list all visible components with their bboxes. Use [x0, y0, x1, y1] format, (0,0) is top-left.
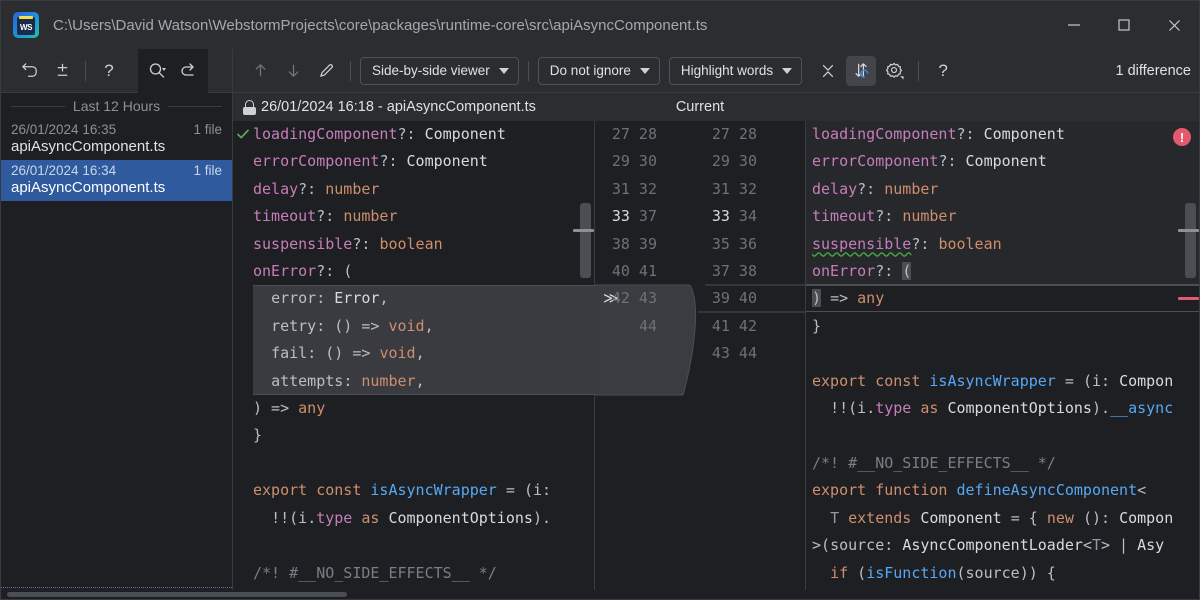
prev-difference-button[interactable] [245, 56, 275, 86]
search-icon[interactable] [142, 56, 172, 86]
right-pane-diff-marker [1178, 297, 1199, 300]
error-badge[interactable]: ! [1173, 128, 1191, 146]
history-toolbar: ? [1, 49, 233, 93]
search-group [138, 49, 208, 93]
right-line-numbers: 27 28 29 30 31 32 33 34 35 36 37 38 39 4… [695, 121, 757, 368]
sync-scroll-icon[interactable] [846, 56, 876, 86]
history-filename: apiAsyncComponent.ts [11, 138, 222, 155]
difference-count: 1 difference [1115, 63, 1199, 79]
toolbar-divider [85, 61, 86, 81]
maximize-button[interactable] [1099, 1, 1149, 49]
ignore-mode-label: Do not ignore [550, 63, 631, 78]
left-pane-diff-marker [573, 229, 594, 232]
highlight-mode-dropdown[interactable]: Highlight words [669, 57, 802, 85]
history-entry-0[interactable]: 26/01/2024 16:35 1 file apiAsyncComponen… [1, 119, 232, 160]
minimize-button[interactable] [1049, 1, 1099, 49]
green-check-icon [236, 127, 250, 141]
history-group-header: Last 12 Hours [1, 93, 232, 119]
left-diff-pane[interactable]: loadingComponent?: Component errorCompon… [233, 121, 595, 599]
diff-viewer: 26/01/2024 16:18 - apiAsyncComponent.ts … [233, 93, 1199, 599]
chevron-down-icon [499, 68, 509, 74]
diff-panes: loadingComponent?: Component errorCompon… [233, 121, 1199, 599]
close-button[interactable] [1149, 1, 1199, 49]
toolbar-divider-3 [528, 61, 529, 81]
horizontal-scrollbar[interactable] [1, 590, 1199, 599]
lock-icon [243, 100, 256, 115]
viewer-mode-label: Side-by-side viewer [372, 63, 490, 78]
history-file-count: 1 file [193, 122, 222, 137]
toolbar-divider-4 [918, 61, 919, 81]
window-title-path: C:\Users\David Watson\WebstormProjects\c… [53, 17, 707, 34]
line-number-gutter: ≫ 27 28 29 30 31 32 33 37 38 39 40 41 42… [595, 121, 805, 599]
diff-pane-headers: 26/01/2024 16:18 - apiAsyncComponent.ts … [233, 93, 1199, 121]
sidebar-focus-indicator [1, 587, 232, 588]
history-entry-1[interactable]: 26/01/2024 16:34 1 file apiAsyncComponen… [1, 160, 232, 201]
help-icon[interactable]: ? [94, 56, 124, 86]
right-pane-header: Current [595, 99, 805, 115]
revert-icon[interactable] [15, 56, 45, 86]
toolbar-divider-2 [350, 61, 351, 81]
right-pane-title: Current [676, 99, 724, 115]
right-pane-scrollbar-thumb[interactable] [1185, 203, 1196, 278]
left-line-numbers: 27 28 29 30 31 32 33 37 38 39 40 41 42 4… [595, 121, 657, 340]
diff-controls: Side-by-side viewer Do not ignore Highli… [233, 49, 1199, 93]
ignore-mode-dropdown[interactable]: Do not ignore [538, 57, 660, 85]
chevron-down-icon [640, 68, 650, 74]
webstorm-diff-window: WS C:\Users\David Watson\WebstormProject… [0, 0, 1200, 600]
left-pane-title: 26/01/2024 16:18 - apiAsyncComponent.ts [261, 99, 536, 115]
gear-icon[interactable] [879, 56, 909, 86]
left-code-content: loadingComponent?: Component errorCompon… [253, 121, 560, 599]
left-gutter[interactable] [233, 121, 253, 599]
main-body: Last 12 Hours 26/01/2024 16:35 1 file ap… [1, 93, 1199, 599]
webstorm-icon: WS [13, 12, 39, 38]
history-group-label: Last 12 Hours [73, 98, 160, 114]
window-controls [1049, 1, 1199, 49]
left-hscroll-thumb[interactable] [7, 592, 347, 597]
left-pane-scrollbar-thumb[interactable] [580, 203, 591, 278]
diff-toolbar: ? Side-by-side viewer [1, 49, 1199, 93]
history-date: 26/01/2024 16:35 [11, 122, 116, 137]
right-code-content: loadingComponent?: Component errorCompon… [812, 121, 1173, 599]
history-file-count: 1 file [193, 163, 222, 178]
viewer-mode-dropdown[interactable]: Side-by-side viewer [360, 57, 519, 85]
chevron-down-icon [782, 68, 792, 74]
left-pane-header: 26/01/2024 16:18 - apiAsyncComponent.ts [233, 99, 595, 115]
plus-minus-icon[interactable] [47, 56, 77, 86]
next-difference-button[interactable] [278, 56, 308, 86]
right-diff-pane[interactable]: loadingComponent?: Component errorCompon… [805, 121, 1199, 599]
history-filename: apiAsyncComponent.ts [11, 179, 222, 196]
collapse-unchanged-icon[interactable] [813, 56, 843, 86]
local-history-sidebar: Last 12 Hours 26/01/2024 16:35 1 file ap… [1, 93, 233, 599]
loop-icon[interactable] [174, 56, 204, 86]
history-date: 26/01/2024 16:34 [11, 163, 116, 178]
right-pane-context-marker [1178, 229, 1199, 232]
highlight-mode-label: Highlight words [681, 63, 773, 78]
diff-help-icon[interactable]: ? [928, 56, 958, 86]
edit-pencil-icon[interactable] [311, 56, 341, 86]
title-bar: WS C:\Users\David Watson\WebstormProject… [1, 1, 1199, 49]
